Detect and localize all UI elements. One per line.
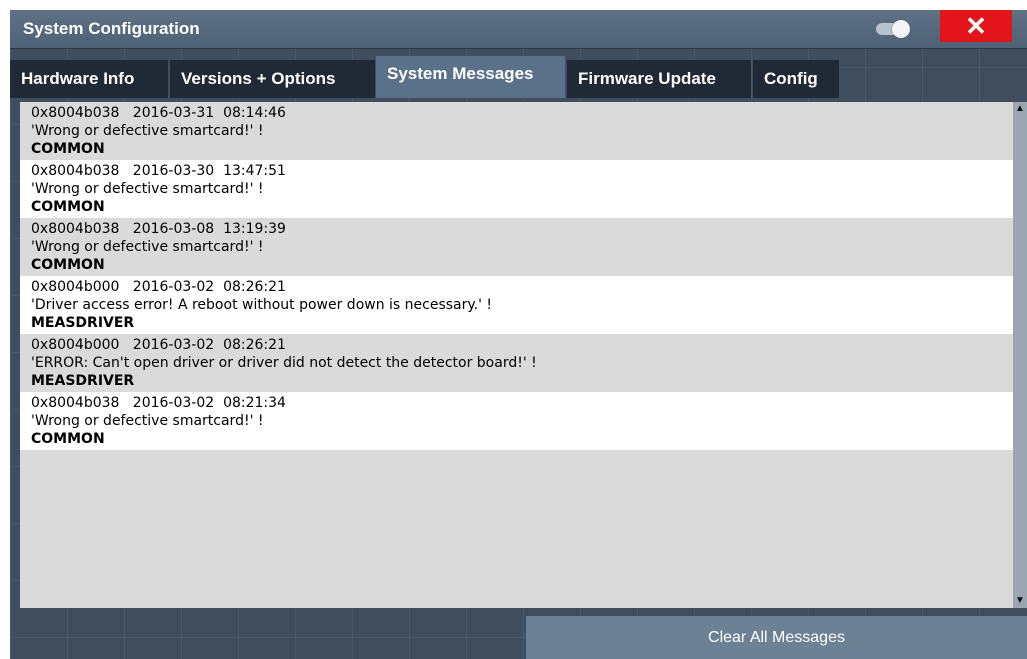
list-item[interactable]: 0x8004b038 2016-03-08 13:19:39 'Wrong or… [20, 218, 1013, 276]
message-module: MEASDRIVER [31, 373, 135, 389]
message-header: 0x8004b038 2016-03-02 08:21:34 [31, 395, 286, 411]
vertical-scrollbar[interactable]: ▲ ▼ [1013, 102, 1027, 608]
message-text: 'Driver access error! A reboot without p… [31, 297, 493, 313]
message-header: 0x8004b038 2016-03-08 13:19:39 [31, 221, 286, 237]
message-module: COMMON [31, 257, 105, 273]
list-item[interactable]: 0x8004b000 2016-03-02 08:26:21 'ERROR: C… [20, 334, 1013, 392]
message-header: 0x8004b000 2016-03-02 08:26:21 [31, 337, 286, 353]
message-header: 0x8004b000 2016-03-02 08:26:21 [31, 279, 286, 295]
list-item[interactable]: 0x8004b038 2016-03-31 08:14:46 'Wrong or… [20, 102, 1013, 160]
tab-versions-options[interactable]: Versions + Options [170, 60, 375, 98]
tab-hardware-info[interactable]: Hardware Info [10, 60, 168, 98]
message-text: 'Wrong or defective smartcard!' ! [31, 181, 264, 197]
message-header: 0x8004b038 2016-03-31 08:14:46 [31, 105, 286, 121]
title-bar: System Configuration ✕ [10, 10, 1027, 49]
message-text: 'Wrong or defective smartcard!' ! [31, 413, 264, 429]
scroll-up-arrow-icon[interactable]: ▲ [1013, 102, 1027, 116]
list-item[interactable]: 0x8004b038 2016-03-02 08:21:34 'Wrong or… [20, 392, 1013, 450]
tab-label: Hardware Info [21, 69, 135, 88]
scroll-down-arrow-icon[interactable]: ▼ [1013, 594, 1027, 608]
tab-system-messages[interactable]: System Messages [376, 56, 565, 98]
tab-firmware-update[interactable]: Firmware Update [567, 60, 751, 98]
message-module: MEASDRIVER [31, 315, 135, 331]
system-configuration-window: System Configuration ✕ Hardware Info Ver… [10, 10, 1027, 659]
tab-label: Config [764, 69, 818, 88]
message-text: 'Wrong or defective smartcard!' ! [31, 123, 264, 139]
close-icon: ✕ [965, 11, 987, 41]
message-header: 0x8004b038 2016-03-30 13:47:51 [31, 163, 286, 179]
list-item[interactable]: 0x8004b038 2016-03-30 13:47:51 'Wrong or… [20, 160, 1013, 218]
message-module: COMMON [31, 141, 105, 157]
message-module: COMMON [31, 199, 105, 215]
tab-label: Firmware Update [578, 69, 716, 88]
system-messages-list[interactable]: 0x8004b038 2016-03-31 08:14:46 'Wrong or… [20, 102, 1013, 608]
tab-label: System Messages [387, 64, 534, 83]
message-module: COMMON [31, 431, 105, 447]
clear-all-messages-button[interactable]: Clear All Messages [526, 616, 1027, 659]
tab-config[interactable]: Config [753, 60, 839, 98]
list-item[interactable]: 0x8004b000 2016-03-02 08:26:21 'Driver a… [20, 276, 1013, 334]
tab-bar: Hardware Info Versions + Options System … [10, 56, 1027, 98]
message-text: 'Wrong or defective smartcard!' ! [31, 239, 264, 255]
message-text: 'ERROR: Can't open driver or driver did … [31, 355, 537, 371]
toggle-knob [892, 20, 910, 38]
close-button[interactable]: ✕ [940, 10, 1012, 42]
toggle-switch-icon[interactable] [876, 20, 912, 38]
window-title: System Configuration [23, 19, 200, 38]
tab-label: Versions + Options [181, 69, 336, 88]
